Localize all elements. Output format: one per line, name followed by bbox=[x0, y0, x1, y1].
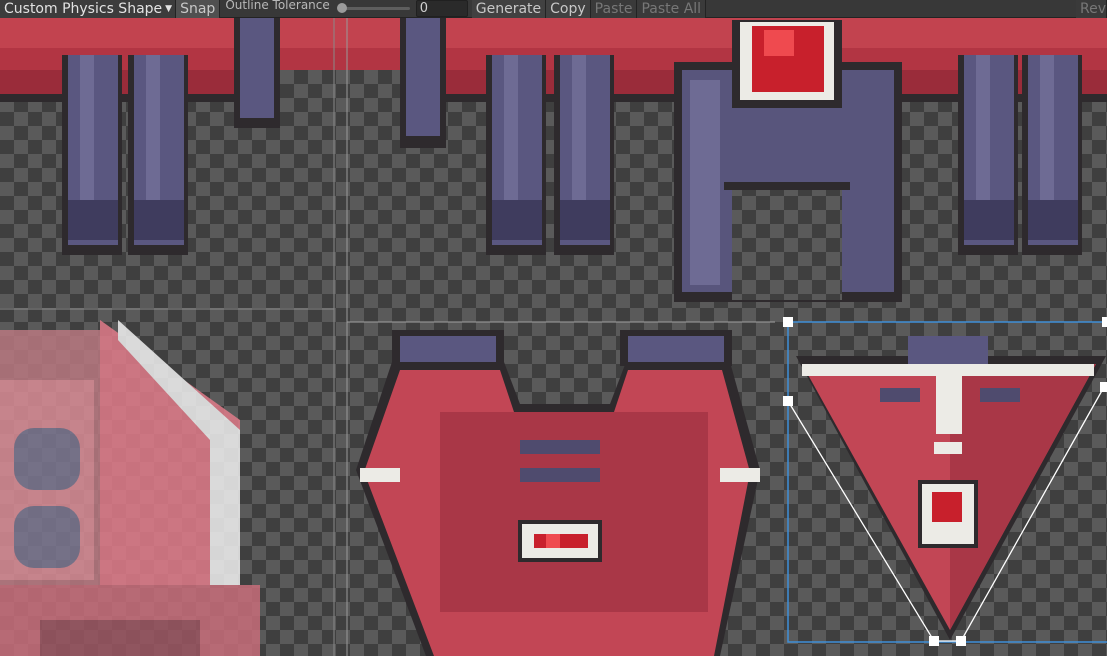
outline-tolerance-slider[interactable] bbox=[336, 0, 410, 18]
outline-vertex-right[interactable] bbox=[1100, 382, 1107, 392]
outline-vertex-left[interactable] bbox=[783, 396, 793, 406]
outline-vertex-bottom-right[interactable] bbox=[956, 636, 966, 646]
sprite-editor-toolbar: Custom Physics Shape ▼ Snap Outline Tole… bbox=[0, 0, 1107, 18]
dropdown-arrow-icon: ▼ bbox=[165, 3, 173, 14]
selection-handle-top-right[interactable] bbox=[1102, 317, 1107, 327]
paste-all-button[interactable]: Paste All bbox=[637, 0, 707, 18]
generate-button[interactable]: Generate bbox=[471, 0, 547, 18]
sprite-canvas[interactable] bbox=[0, 0, 1107, 656]
selection-handle-top-left[interactable] bbox=[783, 317, 793, 327]
revert-button[interactable]: Rev bbox=[1076, 0, 1107, 18]
outline-vertex-bottom-left[interactable] bbox=[929, 636, 939, 646]
copy-button[interactable]: Copy bbox=[546, 0, 591, 18]
slider-track bbox=[337, 6, 410, 10]
slider-thumb[interactable] bbox=[336, 2, 347, 13]
paste-button[interactable]: Paste bbox=[590, 0, 638, 18]
snap-button[interactable]: Snap bbox=[176, 0, 221, 18]
turret-sprite bbox=[674, 20, 902, 302]
outline-tolerance-label: Outline Tolerance bbox=[225, 0, 330, 12]
mode-dropdown[interactable]: Custom Physics Shape ▼ bbox=[0, 0, 177, 18]
outline-tolerance-field[interactable]: 0 bbox=[415, 0, 468, 17]
mode-dropdown-label: Custom Physics Shape bbox=[4, 0, 163, 17]
